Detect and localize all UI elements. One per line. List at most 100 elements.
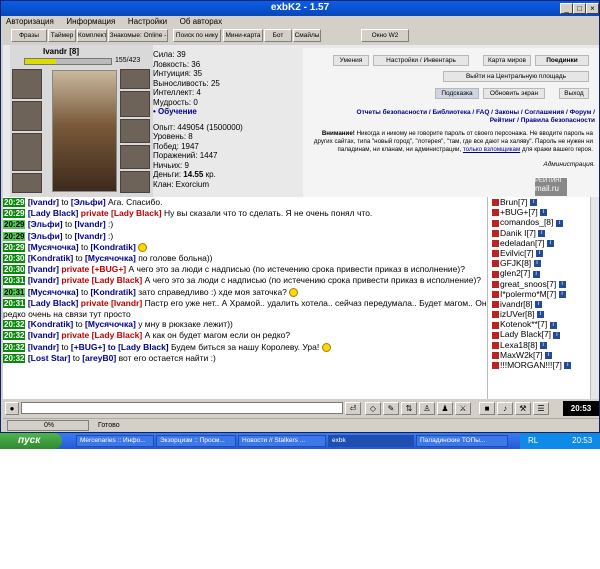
- private-message-icon[interactable]: [492, 209, 499, 217]
- quit-button[interactable]: Выход: [559, 88, 589, 99]
- user-list-item[interactable]: +BUG+[7] i: [488, 207, 599, 217]
- warning-link[interactable]: только взломщикам: [463, 146, 520, 153]
- user-list-item[interactable]: MaxW2k[7] i: [488, 350, 599, 360]
- user-nick[interactable]: Evilvic[7]: [500, 248, 534, 258]
- user-nick[interactable]: I*polermo*M[7]: [500, 289, 556, 299]
- user-list-scrollbar[interactable]: [590, 197, 599, 399]
- user-list-item[interactable]: Lexa18[8] i: [488, 340, 599, 350]
- user-list-item[interactable]: Danik I[7] i: [488, 228, 599, 238]
- chat-log[interactable]: 20:29 [Ivandr] to [Эльфи] Ага. Спасибо. 2…: [3, 197, 487, 399]
- chat-sender[interactable]: [Ivandr]: [28, 264, 59, 274]
- task-exorcism[interactable]: Экзорцизм :: Просм...: [156, 435, 236, 447]
- private-message-icon[interactable]: [492, 260, 499, 268]
- user-nick[interactable]: Lady Black[7]: [500, 329, 551, 339]
- bot-button[interactable]: Бот: [264, 29, 292, 42]
- user-list-item[interactable]: Lady Black[7] i: [488, 329, 599, 339]
- private-message-icon[interactable]: [492, 240, 499, 247]
- menu-info[interactable]: Информация: [61, 16, 120, 28]
- links-row-1[interactable]: Отчеты безопасности / Библиотека / FAQ /…: [357, 109, 595, 117]
- user-nick[interactable]: +BUG+[7]: [500, 207, 538, 217]
- user-list-item[interactable]: edeladan[7] i: [488, 238, 599, 248]
- private-message-icon[interactable]: [492, 270, 499, 278]
- person-icon[interactable]: ♙: [419, 402, 435, 415]
- chat-sender[interactable]: [Lady Black]: [28, 208, 79, 218]
- user-info-icon[interactable]: i: [553, 331, 561, 339]
- private-message-icon[interactable]: [492, 250, 499, 258]
- refresh-screen-button[interactable]: Обновить экран: [483, 88, 545, 99]
- task-paladin[interactable]: Паладинские ТОПы...: [416, 435, 508, 447]
- user-nick[interactable]: great_snoos[7]: [500, 279, 556, 289]
- chat-sender[interactable]: [Kondratik]: [28, 253, 73, 263]
- chat-sender[interactable]: [Kondratik]: [28, 319, 73, 329]
- user-list-item[interactable]: !!!MORGAN!!![7] i: [488, 360, 599, 370]
- chat-sender[interactable]: [Ivandr]: [28, 275, 59, 285]
- menu-auth[interactable]: Авторизация: [1, 16, 59, 28]
- user-nick[interactable]: GFJK[8]: [500, 258, 531, 268]
- user-info-icon[interactable]: i: [555, 219, 563, 227]
- chat-timestamp[interactable]: 20:32: [3, 342, 26, 352]
- task-mercenaries[interactable]: Mercenaries :: Инфо...: [76, 435, 154, 447]
- duels-button[interactable]: Поединки: [535, 55, 589, 66]
- chat-sender[interactable]: [Lost Star]: [28, 353, 71, 363]
- private-message-icon[interactable]: [492, 280, 499, 288]
- task-exbk[interactable]: exbk: [328, 435, 414, 447]
- chat-timestamp[interactable]: 20:29: [3, 220, 26, 230]
- chat-recipient[interactable]: [+BUG+]: [92, 264, 126, 274]
- chat-sender[interactable]: [Ivandr]: [28, 330, 59, 340]
- chat-sender[interactable]: [Эльфи]: [28, 219, 63, 229]
- chat-timestamp[interactable]: 20:31: [3, 287, 26, 297]
- world-map-button[interactable]: Карта миров: [483, 55, 531, 66]
- chat-sender[interactable]: [Ivandr]: [28, 197, 59, 207]
- minimize-button[interactable]: _: [560, 3, 573, 14]
- friends-online-button[interactable]: Знакомые: Online -: [108, 29, 168, 42]
- filter-icon[interactable]: ✎: [383, 402, 399, 415]
- stop-icon[interactable]: ■: [479, 402, 495, 415]
- slot-weapon[interactable]: [12, 101, 42, 131]
- chat-timestamp[interactable]: 20:30: [3, 254, 26, 264]
- user-info-icon[interactable]: i: [540, 209, 548, 217]
- user-nick[interactable]: izUVer[8]: [500, 309, 535, 319]
- user-nick[interactable]: Danik I[7]: [500, 228, 536, 238]
- slot-shield[interactable]: [120, 119, 150, 143]
- user-list-item[interactable]: ivandr[8] i: [488, 299, 599, 309]
- inventory-settings-button[interactable]: Настройки / Инвентарь: [373, 55, 469, 66]
- user-nick[interactable]: Brun[7]: [500, 197, 527, 207]
- user-info-icon[interactable]: i: [539, 341, 547, 349]
- hint-button[interactable]: Подсказка: [435, 88, 479, 99]
- slot-gloves[interactable]: [120, 91, 150, 117]
- chat-recipient[interactable]: [Ivandr]: [111, 298, 142, 308]
- chat-timestamp[interactable]: 20:30: [3, 265, 26, 275]
- user-info-icon[interactable]: i: [544, 352, 552, 360]
- user-info-icon[interactable]: i: [558, 290, 566, 298]
- maximize-button[interactable]: □: [573, 3, 586, 14]
- private-message-icon[interactable]: [492, 352, 499, 360]
- user-info-icon[interactable]: i: [549, 321, 557, 329]
- user-list-item[interactable]: izUVer[8] i: [488, 309, 599, 319]
- user-list-item[interactable]: glen2[7] i: [488, 268, 599, 278]
- kit-button[interactable]: Комплект: [77, 29, 107, 42]
- chat-recipient[interactable]: [Lady Black]: [92, 275, 143, 285]
- private-message-icon[interactable]: [492, 362, 499, 370]
- private-message-icon[interactable]: [492, 290, 499, 298]
- chat-timestamp[interactable]: 20:32: [3, 353, 26, 363]
- tray-language[interactable]: RL: [528, 436, 538, 445]
- character-name[interactable]: Ivandr [8]: [43, 47, 79, 56]
- chat-recipient[interactable]: [Ivandr]: [74, 219, 105, 229]
- menu-about[interactable]: Об авторах: [175, 16, 227, 28]
- user-info-icon[interactable]: i: [532, 270, 540, 278]
- slot-rings[interactable]: [120, 145, 150, 169]
- slot-armor[interactable]: [12, 133, 42, 171]
- chat-sender[interactable]: [Ivandr]: [28, 342, 59, 352]
- chat-recipient[interactable]: [+BUG+] to [Lady Black]: [71, 342, 169, 352]
- fight-icon[interactable]: ⚔: [455, 402, 471, 415]
- rating-counter[interactable]: РЕЙТИНГ mail.ru: [535, 178, 567, 196]
- exit-central-square-button[interactable]: Выйти на Центральную площадь: [443, 71, 589, 82]
- user-nick[interactable]: comandos_[8]: [500, 217, 553, 227]
- chat-timestamp[interactable]: 20:29: [3, 209, 26, 219]
- user-list-item[interactable]: great_snoos[7] i: [488, 279, 599, 289]
- user-info-icon[interactable]: i: [536, 311, 544, 319]
- private-message-icon[interactable]: [492, 301, 499, 309]
- chat-recipient[interactable]: [Lady Black]: [92, 330, 143, 340]
- user-list-item[interactable]: Brun[7] i: [488, 197, 599, 207]
- close-button[interactable]: ×: [586, 3, 599, 14]
